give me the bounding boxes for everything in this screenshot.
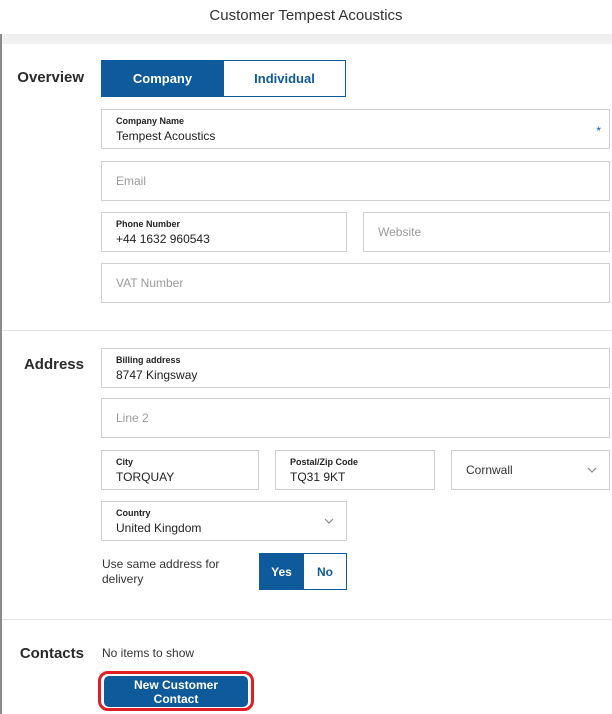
contacts-empty-message: No items to show bbox=[102, 646, 195, 660]
website-field[interactable]: Website bbox=[363, 212, 610, 252]
postal-code-field[interactable]: Postal/Zip Code TQ31 9KT bbox=[275, 450, 435, 490]
same-delivery-yes-toggle[interactable]: Yes bbox=[259, 553, 304, 590]
county-value: Cornwall bbox=[466, 463, 513, 477]
phone-field[interactable]: Phone Number +44 1632 960543 bbox=[101, 212, 347, 252]
email-field[interactable]: Email bbox=[101, 161, 610, 201]
window-title: Customer Tempest Acoustics bbox=[0, 0, 612, 34]
city-field[interactable]: City TORQUAY bbox=[101, 450, 259, 490]
section-label-contacts: Contacts bbox=[19, 645, 84, 662]
header-band bbox=[2, 34, 612, 44]
line2-placeholder: Line 2 bbox=[116, 411, 149, 425]
vat-number-field[interactable]: VAT Number bbox=[101, 263, 610, 303]
address-line2-field[interactable]: Line 2 bbox=[101, 398, 610, 438]
email-placeholder: Email bbox=[116, 174, 147, 188]
chevron-down-icon bbox=[587, 467, 597, 473]
country-value: United Kingdom bbox=[116, 521, 202, 535]
same-delivery-question-line2: delivery bbox=[102, 572, 144, 586]
city-label: City bbox=[116, 457, 134, 467]
company-name-label: Company Name bbox=[116, 116, 185, 126]
phone-label: Phone Number bbox=[116, 219, 181, 229]
same-delivery-question-line1: Use same address for bbox=[102, 557, 220, 571]
same-delivery-question: Use same address for delivery bbox=[102, 557, 219, 587]
same-delivery-no-toggle[interactable]: No bbox=[303, 553, 347, 590]
city-value: TORQUAY bbox=[116, 470, 175, 484]
postal-code-label: Postal/Zip Code bbox=[290, 457, 359, 467]
new-customer-contact-button[interactable]: New Customer Contact bbox=[104, 676, 248, 707]
required-mark: * bbox=[596, 124, 601, 138]
company-name-field[interactable]: Company Name Tempest Acoustics * bbox=[101, 109, 610, 149]
chevron-down-icon bbox=[324, 518, 334, 524]
tab-company[interactable]: Company bbox=[101, 60, 224, 97]
tab-individual[interactable]: Individual bbox=[223, 60, 346, 97]
section-divider bbox=[2, 330, 612, 331]
country-select[interactable]: Country United Kingdom bbox=[101, 501, 347, 541]
vat-placeholder: VAT Number bbox=[116, 276, 184, 290]
billing-address-label: Billing address bbox=[116, 355, 181, 365]
section-label-address: Address bbox=[23, 356, 84, 373]
phone-value: +44 1632 960543 bbox=[116, 232, 210, 246]
country-label: Country bbox=[116, 508, 151, 518]
section-divider bbox=[2, 619, 612, 620]
website-placeholder: Website bbox=[378, 225, 422, 239]
company-name-value: Tempest Acoustics bbox=[116, 129, 216, 143]
billing-address-value: 8747 Kingsway bbox=[116, 368, 198, 382]
county-select[interactable]: Cornwall bbox=[451, 450, 610, 490]
postal-code-value: TQ31 9KT bbox=[290, 470, 346, 484]
billing-address-field[interactable]: Billing address 8747 Kingsway bbox=[101, 348, 610, 388]
section-label-overview: Overview bbox=[17, 69, 84, 86]
